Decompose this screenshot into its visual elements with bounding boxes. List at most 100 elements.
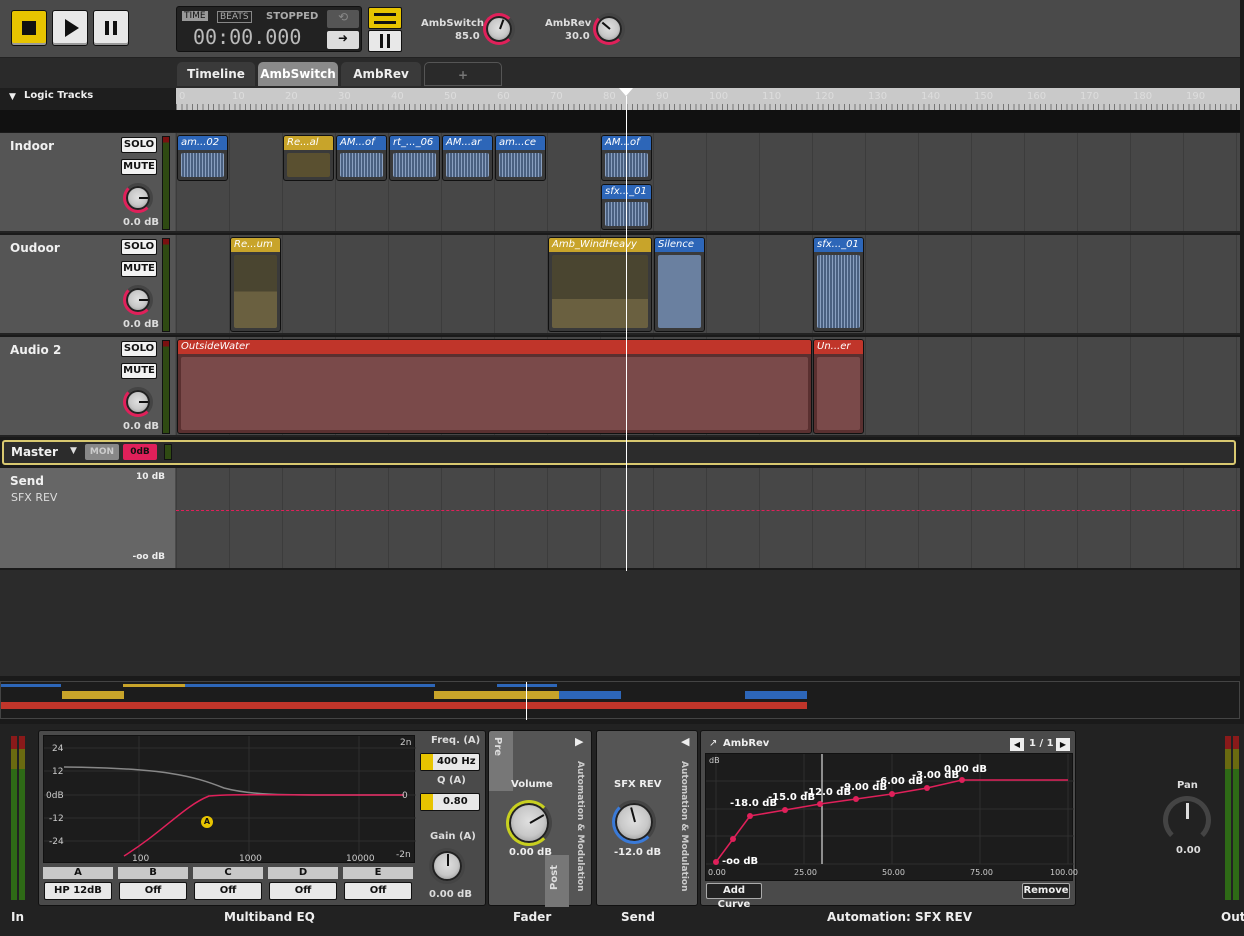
param-ambswitch-value: 85.0 (455, 31, 480, 42)
send-panel-label: SFX REV (614, 779, 662, 790)
loop-button[interactable]: ⟲ (327, 10, 359, 28)
list-view-button[interactable] (368, 7, 402, 29)
clip[interactable]: Un...er (813, 339, 864, 434)
overview-bar[interactable] (0, 681, 1240, 720)
add-curve-button[interactable]: Add Curve (706, 883, 762, 910)
add-tab-button[interactable]: + (424, 62, 502, 86)
next-page-button[interactable]: ▶ (1056, 738, 1070, 751)
track-volume-knob[interactable] (123, 387, 153, 417)
clip[interactable]: OutsideWater (177, 339, 812, 434)
ruler-tick-label: 80 (603, 91, 616, 102)
collapse-left-icon[interactable]: ◀ (681, 735, 689, 748)
send-panel-value: -12.0 dB (614, 847, 662, 858)
playhead-marker-icon[interactable] (619, 88, 633, 96)
master-dropdown-icon[interactable]: ▼ (70, 446, 77, 456)
stop-icon (22, 21, 36, 35)
stop-button[interactable] (11, 10, 47, 46)
solo-button[interactable]: SOLO (121, 341, 157, 357)
eq-band-label: D (268, 867, 338, 879)
pan-knob[interactable] (1163, 796, 1211, 844)
follow-button[interactable]: ➜ (327, 31, 359, 49)
clip[interactable]: Silence (654, 237, 705, 332)
solo-button[interactable]: SOLO (121, 239, 157, 255)
clip[interactable]: Amb_WindHeavy (548, 237, 652, 332)
eq-band-type-dropdown[interactable]: Off (119, 882, 187, 900)
pre-button[interactable]: Pre (489, 731, 513, 791)
ambswitch-knob[interactable] (483, 13, 515, 45)
clip[interactable]: Re...al (283, 135, 334, 181)
clip[interactable]: AM...of (336, 135, 387, 181)
clip[interactable]: Re...um (230, 237, 281, 332)
track-volume-value: 0.0 dB (123, 421, 159, 432)
ruler-tick-label: 40 (391, 91, 404, 102)
track-header: Oudoor SOLO MUTE 0.0 dB (0, 235, 175, 333)
ruler-tick-label: 0 (179, 91, 186, 102)
track-lane: am...02 Re...al AM...of rt_..._06 AM...a… (176, 133, 1240, 231)
logic-tracks-header[interactable]: ▼ Logic Tracks (0, 88, 175, 110)
post-button[interactable]: Post (545, 855, 569, 907)
send-automation-label[interactable]: Automation & Modulation (679, 761, 689, 892)
automation-x-label: 0.00 (708, 868, 726, 877)
expand-right-icon[interactable]: ▶ (575, 735, 583, 748)
input-meter (19, 736, 25, 900)
mute-button[interactable]: MUTE (121, 261, 157, 277)
automation-curve (706, 754, 1074, 865)
eq-y-label: -24 (49, 837, 64, 847)
clip[interactable]: rt_..._06 (389, 135, 440, 181)
clip[interactable]: sfx..._01 (813, 237, 864, 332)
playhead (626, 96, 627, 571)
solo-button[interactable]: SOLO (121, 137, 157, 153)
volume-knob[interactable] (506, 800, 552, 846)
monitor-button[interactable]: MON (85, 444, 119, 460)
ruler-gap (0, 110, 1240, 132)
ruler-tick-label: 60 (497, 91, 510, 102)
automation-graph[interactable]: dB -oo dB -18.0 dB -15.0 dB -12.0 dB -9.… (705, 753, 1078, 881)
sync-button[interactable] (368, 30, 402, 52)
eq-band-type-dropdown[interactable]: HP 12dB (44, 882, 112, 900)
q-field[interactable]: 0.80 (420, 793, 480, 811)
eq-band-type-dropdown[interactable]: Off (344, 882, 412, 900)
clip[interactable]: am...ce (495, 135, 546, 181)
time-mode-toggle[interactable]: TIME (182, 11, 208, 21)
tab-ambrev[interactable]: AmbRev (341, 62, 421, 86)
param-ambswitch-label: AmbSwitch (421, 18, 485, 29)
track-volume-knob[interactable] (123, 285, 153, 315)
send-track: Send SFX REV 10 dB -oo dB (0, 468, 1240, 568)
fader-panel: Pre Post Volume 0.00 dB Automation & Mod… (488, 730, 592, 907)
tab-timeline[interactable]: Timeline (177, 62, 255, 86)
send-lane[interactable] (176, 468, 1240, 568)
prev-page-button[interactable]: ◀ (1010, 738, 1024, 751)
track-lane: OutsideWater Un...er (176, 337, 1240, 435)
ruler-tick-label: 150 (974, 91, 994, 102)
clip[interactable]: am...02 (177, 135, 228, 181)
send-knob[interactable] (612, 800, 656, 844)
eq-graph[interactable]: 24 12 0dB -12 -24 2n 0 -2n 100 1000 1000… (43, 735, 416, 864)
ruler-tick-label: 10 (232, 91, 245, 102)
ambrev-knob[interactable] (593, 13, 625, 45)
mute-button[interactable]: MUTE (121, 159, 157, 175)
tab-ambswitch[interactable]: AmbSwitch (258, 62, 338, 86)
fader-automation-label[interactable]: Automation & Modulation (575, 761, 585, 892)
ruler-tick-label: 140 (921, 91, 941, 102)
track-name: Oudoor (10, 241, 60, 255)
time-display: TIME BEATS STOPPED 00:00.000 ⟲ ➜ (176, 6, 362, 52)
eq-band-type-dropdown[interactable]: Off (269, 882, 337, 900)
eq-band-type-dropdown[interactable]: Off (194, 882, 262, 900)
play-button[interactable] (52, 10, 88, 46)
beats-mode-toggle[interactable]: BEATS (217, 11, 252, 23)
master-level[interactable]: 0dB (123, 444, 157, 460)
send-target: SFX REV (11, 491, 58, 504)
automation-panel: ↗ AmbRev ◀ 1 / 1 ▶ dB -oo dB -18.0 dB -1… (700, 730, 1078, 910)
eq-band-label: A (43, 867, 113, 879)
automation-x-label: 100.00 (1050, 868, 1078, 877)
freq-field[interactable]: 400 Hz (420, 753, 480, 771)
track-meter (162, 238, 170, 332)
remove-curve-button[interactable]: Remove (1022, 883, 1070, 899)
mute-button[interactable]: MUTE (121, 363, 157, 379)
track-volume-knob[interactable] (123, 183, 153, 213)
eq-band-marker[interactable]: A (201, 816, 213, 828)
clip[interactable]: AM...ar (442, 135, 493, 181)
ruler-tick-label: 130 (868, 91, 888, 102)
gain-knob[interactable] (429, 848, 465, 884)
pause-button[interactable] (93, 10, 129, 46)
